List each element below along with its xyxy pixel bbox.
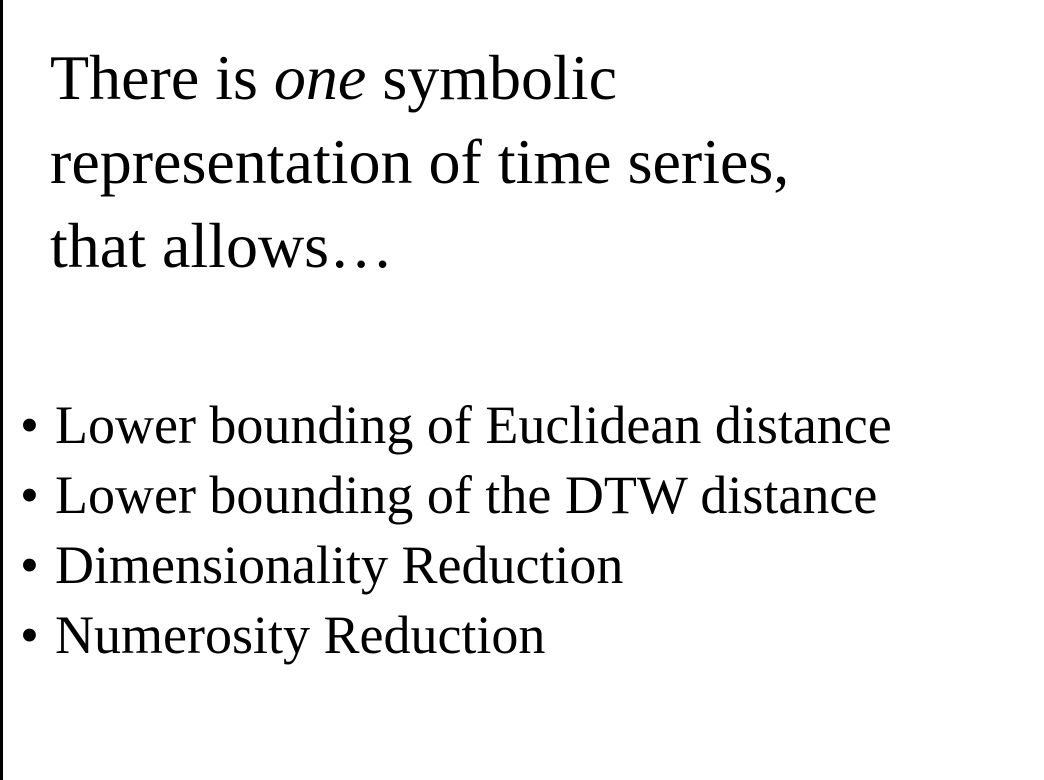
heading-line-1-after: symbolic <box>366 42 617 113</box>
heading-line-1-before: There is <box>50 42 274 113</box>
bullet-text: Numerosity Reduction <box>55 605 546 665</box>
slide-heading: There is one symbolic representation of … <box>50 36 789 288</box>
heading-line-1: There is one symbolic <box>50 36 789 120</box>
bullet-list: • Lower bounding of Euclidean distance •… <box>20 390 892 670</box>
bullet-item: • Lower bounding of Euclidean distance <box>20 390 892 460</box>
bullet-item: • Numerosity Reduction <box>20 600 892 670</box>
bullet-text: Lower bounding of the DTW distance <box>55 465 878 525</box>
bullet-marker: • <box>20 605 39 665</box>
bullet-text: Dimensionality Reduction <box>55 535 624 595</box>
heading-line-2: representation of time series, <box>50 126 790 197</box>
bullet-marker: • <box>20 535 39 595</box>
bullet-item: • Lower bounding of the DTW distance <box>20 460 892 530</box>
bullet-text: Lower bounding of Euclidean distance <box>55 395 892 455</box>
heading-line-3: that allows… <box>50 210 394 281</box>
left-border-line <box>0 0 3 780</box>
slide: There is one symbolic representation of … <box>0 0 1044 780</box>
bullet-marker: • <box>20 465 39 525</box>
heading-emphasis-word: one <box>273 42 367 113</box>
bullet-item: • Dimensionality Reduction <box>20 530 892 600</box>
bullet-marker: • <box>20 395 39 455</box>
